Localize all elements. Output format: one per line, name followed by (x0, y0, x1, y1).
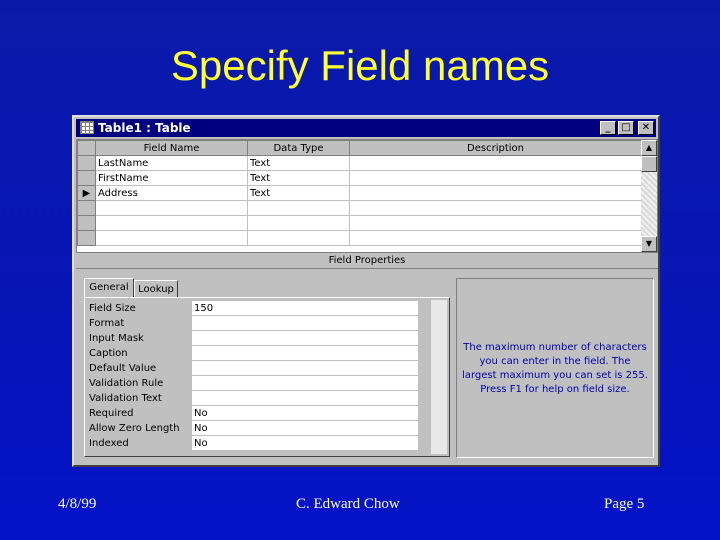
help-box: The maximum number of characters you can… (456, 278, 654, 458)
properties-scrollbar[interactable] (431, 300, 447, 454)
data-type-cell[interactable] (247, 215, 350, 231)
format-input[interactable] (191, 315, 419, 331)
property-row[interactable]: Indexed No (87, 435, 419, 451)
property-row[interactable]: Allow Zero Length No (87, 420, 419, 436)
property-row[interactable]: Format (87, 315, 419, 331)
data-type-cell[interactable] (247, 230, 350, 246)
required-select[interactable]: No (191, 405, 419, 421)
indexed-select[interactable]: No (191, 435, 419, 451)
property-label: Required (89, 407, 134, 419)
field-size-input[interactable]: 150 (191, 300, 419, 316)
property-label: Default Value (89, 362, 157, 374)
column-header-description[interactable]: Description (349, 140, 642, 156)
data-type-cell[interactable]: Text (247, 185, 350, 201)
table-row[interactable]: LastName Text (77, 155, 642, 171)
property-label: Input Mask (89, 332, 144, 344)
property-label: Format (89, 317, 125, 329)
tab-general[interactable]: General (84, 278, 134, 297)
table-row[interactable]: ▶ Address Text (77, 185, 642, 201)
table-design-window: Table1 : Table _ □ ✕ Field Name Data Typ… (72, 115, 660, 467)
field-grid: Field Name Data Type Description LastNam… (76, 139, 658, 253)
validation-text-input[interactable] (191, 390, 419, 406)
window-titlebar[interactable]: Table1 : Table _ □ ✕ (76, 119, 656, 137)
footer-page-number: Page 5 (604, 496, 645, 512)
property-row[interactable]: Required No (87, 405, 419, 421)
property-label: Allow Zero Length (89, 422, 180, 434)
grid-header-row: Field Name Data Type Description (77, 140, 642, 156)
field-name-cell[interactable] (95, 200, 248, 216)
scroll-thumb[interactable] (641, 156, 657, 172)
property-row[interactable]: Validation Text (87, 390, 419, 406)
field-name-cell[interactable] (95, 230, 248, 246)
slide-title: Specify Field names (170, 42, 550, 89)
property-row[interactable]: Default Value (87, 360, 419, 376)
field-properties-header: Field Properties (76, 254, 658, 269)
help-text: The maximum number of characters you can… (462, 342, 648, 395)
data-type-cell[interactable]: Text (247, 170, 350, 186)
table-row[interactable] (77, 200, 642, 216)
property-row[interactable]: Validation Rule (87, 375, 419, 391)
field-name-cell[interactable]: LastName (95, 155, 248, 171)
row-selector[interactable] (77, 170, 96, 186)
property-label: Validation Text (89, 392, 162, 404)
allow-zero-length-select[interactable]: No (191, 420, 419, 436)
field-name-cell[interactable]: Address (95, 185, 248, 201)
description-cell[interactable] (349, 155, 642, 171)
row-selector[interactable] (77, 230, 96, 246)
footer-date: 4/8/99 (58, 496, 97, 512)
column-header-field-name[interactable]: Field Name (95, 140, 248, 156)
field-name-cell[interactable] (95, 215, 248, 231)
row-selector[interactable] (77, 215, 96, 231)
scroll-down-arrow-icon[interactable]: ▼ (641, 236, 657, 252)
default-value-input[interactable] (191, 360, 419, 376)
table-row[interactable]: FirstName Text (77, 170, 642, 186)
data-type-cell[interactable] (247, 200, 350, 216)
property-label: Caption (89, 347, 128, 359)
caption-input[interactable] (191, 345, 419, 361)
close-button[interactable]: ✕ (638, 121, 654, 135)
scroll-up-arrow-icon[interactable]: ▲ (641, 140, 657, 156)
description-cell[interactable] (349, 170, 642, 186)
minimize-button[interactable]: _ (600, 121, 616, 135)
table-row[interactable] (77, 230, 642, 246)
maximize-button[interactable]: □ (618, 121, 634, 135)
property-label: Indexed (89, 437, 129, 449)
validation-rule-input[interactable] (191, 375, 419, 391)
table-row[interactable] (77, 215, 642, 231)
row-selector-header (77, 140, 96, 156)
table-icon (80, 121, 94, 134)
grid-vertical-scrollbar[interactable]: ▲ ▼ (641, 140, 657, 252)
data-type-cell[interactable]: Text (247, 155, 350, 171)
description-cell[interactable] (349, 200, 642, 216)
property-label: Field Size (89, 302, 136, 314)
row-selector[interactable] (77, 200, 96, 216)
row-selector[interactable] (77, 155, 96, 171)
general-properties-panel: Field Size 150 Format Input Mask Caption … (84, 297, 450, 457)
property-row[interactable]: Field Size 150 (87, 300, 419, 316)
current-row-arrow-icon[interactable]: ▶ (77, 185, 96, 201)
window-title: Table1 : Table (98, 121, 191, 135)
field-name-cell[interactable]: FirstName (95, 170, 248, 186)
description-cell[interactable] (349, 215, 642, 231)
property-label: Validation Rule (89, 377, 164, 389)
description-cell[interactable] (349, 230, 642, 246)
description-cell[interactable] (349, 185, 642, 201)
property-row[interactable]: Input Mask (87, 330, 419, 346)
footer-author: C. Edward Chow (296, 496, 400, 512)
column-header-data-type[interactable]: Data Type (247, 140, 350, 156)
property-row[interactable]: Caption (87, 345, 419, 361)
input-mask-input[interactable] (191, 330, 419, 346)
tab-lookup[interactable]: Lookup (134, 280, 178, 297)
